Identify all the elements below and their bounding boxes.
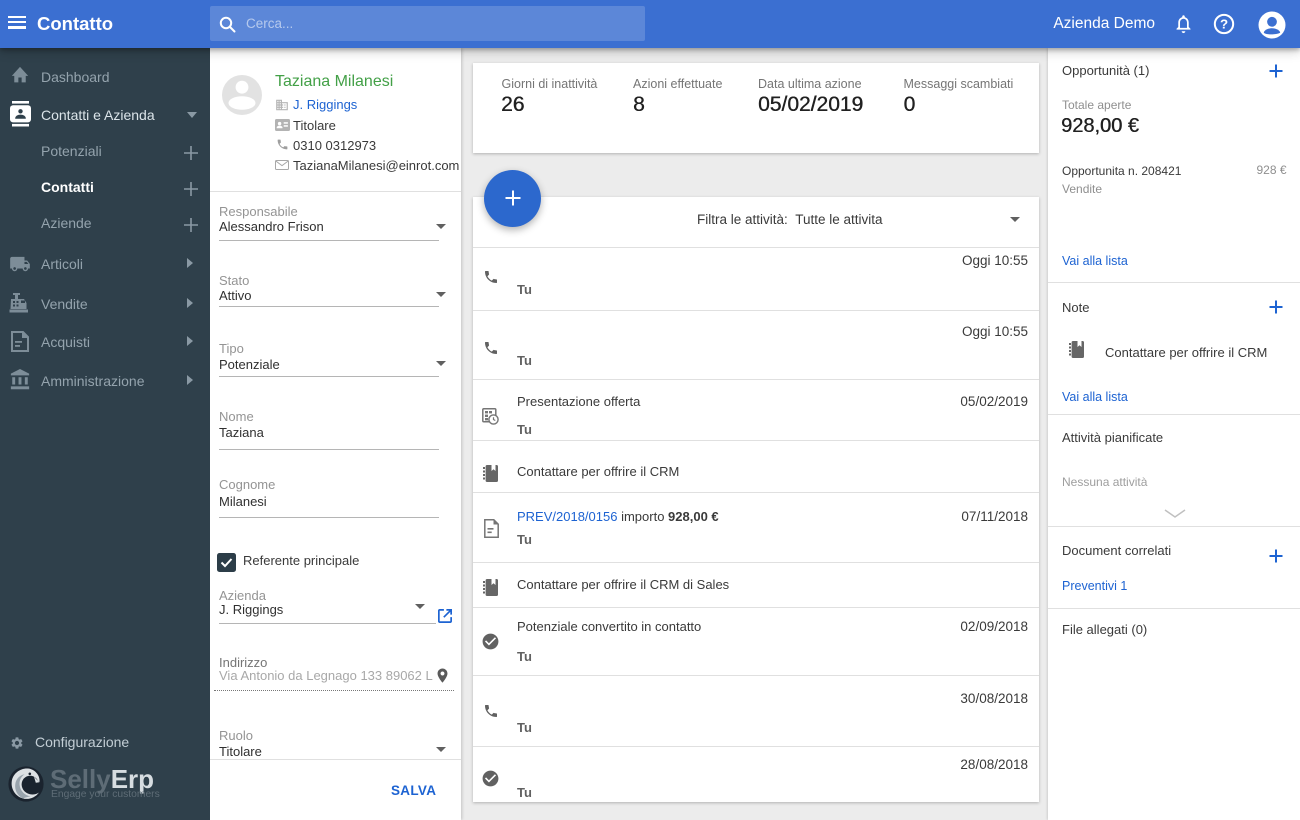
svg-text:?: ? <box>1220 17 1228 32</box>
